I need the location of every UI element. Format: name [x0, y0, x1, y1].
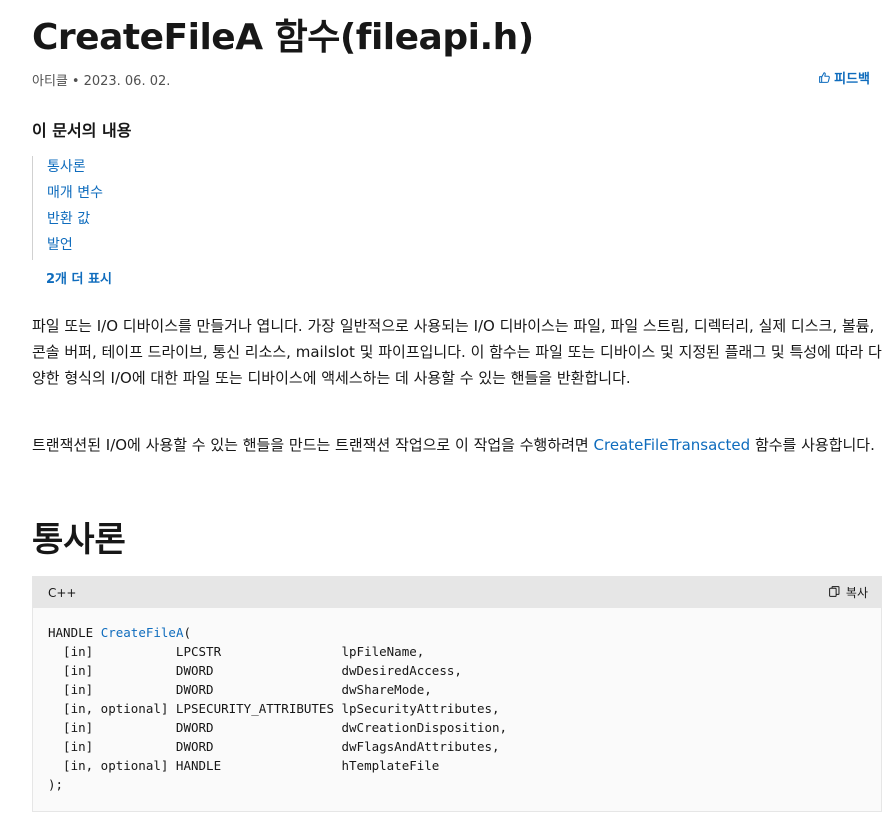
code-header: C++ 복사: [33, 577, 881, 608]
toc-item: 매개 변수: [47, 182, 103, 208]
code-line: [in] DWORD dwCreationDisposition,: [48, 720, 508, 735]
toc-link-remarks[interactable]: 발언: [47, 237, 73, 253]
code-language: C++: [48, 585, 77, 600]
toc-link-parameters[interactable]: 매개 변수: [47, 185, 103, 201]
toc-item: 발언: [47, 234, 103, 260]
toc-link-syntax[interactable]: 통사론: [47, 159, 86, 175]
code-line: [in] LPCSTR lpFileName,: [48, 644, 425, 659]
code-line: [in] DWORD dwFlagsAndAttributes,: [48, 739, 500, 754]
copy-label: 복사: [845, 586, 868, 600]
syntax-heading: 통사론: [32, 520, 126, 560]
article-date: 2023. 06. 02.: [83, 74, 171, 89]
toc-show-more-button[interactable]: 2개 더 표시: [46, 268, 112, 287]
page-title: CreateFileA 함수(fileapi.h): [32, 17, 534, 58]
createfiletransacted-link[interactable]: CreateFileTransacted: [594, 436, 751, 454]
code-paren: (: [183, 625, 192, 640]
intro-paragraph: 파일 또는 I/O 디바이스를 만들거나 엽니다. 가장 일반적으로 사용되는 …: [32, 317, 882, 387]
code-line: [in] DWORD dwDesiredAccess,: [48, 663, 462, 678]
code-function-name: CreateFileA: [100, 625, 184, 640]
toc-item: 반환 값: [47, 208, 103, 234]
code-block: C++ 복사 HANDLE CreateFileA( [in] LPCSTR l…: [32, 576, 882, 812]
feedback-label: 피드백: [834, 72, 870, 87]
feedback-button[interactable]: 피드백: [818, 68, 870, 87]
code-line: );: [48, 777, 64, 792]
article-label: 아티클: [32, 74, 68, 89]
toc-list: 통사론 매개 변수 반환 값 발언: [32, 156, 103, 260]
article-meta: 아티클 • 2023. 06. 02.: [32, 70, 170, 89]
toc-item: 통사론: [47, 156, 103, 182]
toc-link-return-value[interactable]: 반환 값: [47, 211, 90, 227]
paragraph-text: 트랜잭션된 I/O에 사용할 수 있는 핸들을 만드는 트랜잭션 작업으로 이 …: [32, 436, 594, 454]
toc-heading: 이 문서의 내용: [32, 121, 132, 140]
copy-icon: [828, 585, 841, 601]
code-line: [in] DWORD dwShareMode,: [48, 682, 432, 697]
meta-separator: •: [71, 74, 80, 89]
thumbs-up-icon: [818, 71, 831, 84]
code-content: HANDLE CreateFileA( [in] LPCSTR lpFileNa…: [33, 608, 881, 794]
paragraph-text: 함수를 사용합니다.: [750, 436, 875, 454]
code-line: [in, optional] HANDLE hTemplateFile: [48, 758, 440, 773]
code-line: [in, optional] LPSECURITY_ATTRIBUTES lpS…: [48, 701, 500, 716]
transacted-paragraph: 트랜잭션된 I/O에 사용할 수 있는 핸들을 만드는 트랜잭션 작업으로 이 …: [32, 432, 882, 458]
code-type: HANDLE: [48, 625, 101, 640]
copy-button[interactable]: 복사: [828, 584, 868, 601]
